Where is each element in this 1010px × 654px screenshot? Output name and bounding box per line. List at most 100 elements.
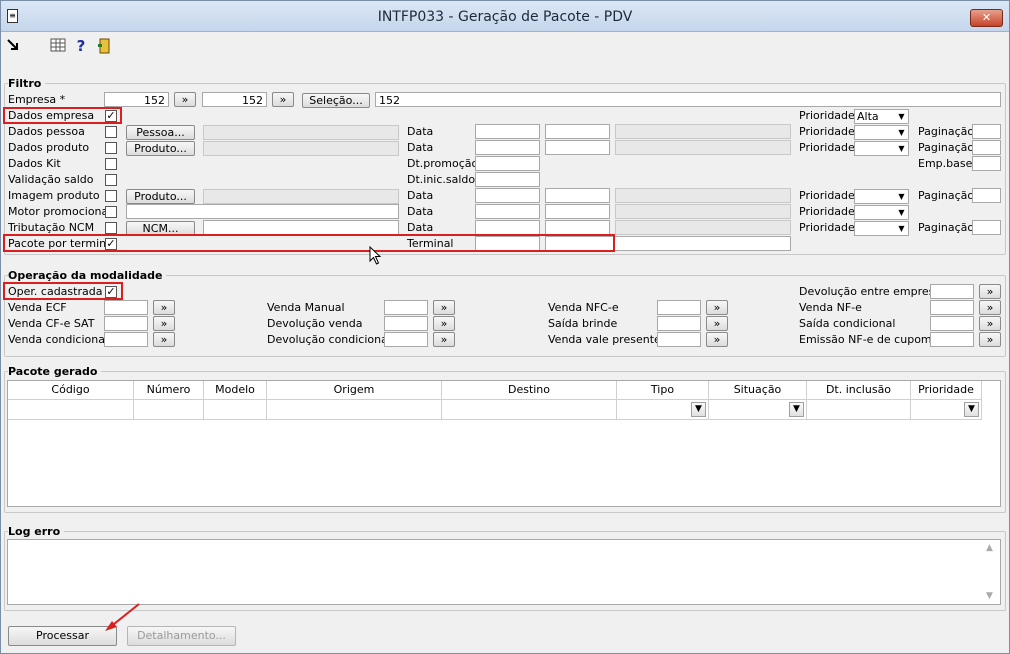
- devolucao-condicional-lookup-button[interactable]: »: [433, 332, 455, 347]
- prioridade-motor-select[interactable]: ▼: [854, 205, 909, 220]
- motor-promocional-checkbox[interactable]: [105, 206, 117, 218]
- tributacao-ncm-checkbox[interactable]: [105, 222, 117, 234]
- data-produto-from-input[interactable]: [475, 140, 540, 155]
- col-header-origem[interactable]: Origem: [267, 381, 442, 400]
- chevron-down-icon[interactable]: ▼: [789, 402, 804, 417]
- empresa-to-lookup-button[interactable]: »: [272, 92, 294, 107]
- grid-table-icon[interactable]: [50, 38, 66, 54]
- venda-ecf-lookup-button[interactable]: »: [153, 300, 175, 315]
- dados-produto-checkbox[interactable]: [105, 142, 117, 154]
- prioridade-empresa-select[interactable]: Alta ▼: [854, 109, 909, 124]
- venda-vale-presente-input[interactable]: [657, 332, 701, 347]
- cell-numero[interactable]: [134, 400, 204, 420]
- venda-condicional-lookup-button[interactable]: »: [153, 332, 175, 347]
- data-imagem-from-input[interactable]: [475, 188, 540, 203]
- detalhamento-button[interactable]: Detalhamento...: [127, 626, 236, 646]
- cell-prioridade[interactable]: ▼: [911, 400, 982, 420]
- dados-kit-checkbox[interactable]: [105, 158, 117, 170]
- venda-cfe-sat-input[interactable]: [104, 316, 148, 331]
- col-header-numero[interactable]: Número: [134, 381, 204, 400]
- log-textarea[interactable]: ▲ ▼: [7, 539, 1001, 605]
- venda-nfce-lookup-button[interactable]: »: [706, 300, 728, 315]
- paginacao-imagem-label: Paginação: [918, 189, 975, 202]
- paginacao-produto-input[interactable]: [972, 140, 1001, 155]
- pacote-table[interactable]: Código Número Modelo Origem Destino Tipo…: [7, 380, 1001, 507]
- cell-origem[interactable]: [267, 400, 442, 420]
- devolucao-venda-lookup-button[interactable]: »: [433, 316, 455, 331]
- devolucao-venda-input[interactable]: [384, 316, 428, 331]
- selecao-button[interactable]: Seleção...: [302, 93, 370, 108]
- venda-manual-lookup-button[interactable]: »: [433, 300, 455, 315]
- data-ncm-from-input[interactable]: [475, 220, 540, 235]
- venda-nfce-input[interactable]: [657, 300, 701, 315]
- data-pessoa-from-input[interactable]: [475, 124, 540, 139]
- cell-tipo[interactable]: ▼: [617, 400, 709, 420]
- empresa-list-input[interactable]: 152: [375, 92, 1001, 107]
- ncm-field[interactable]: [203, 220, 399, 235]
- saida-condicional-lookup-button[interactable]: »: [979, 316, 1001, 331]
- saida-condicional-input[interactable]: [930, 316, 974, 331]
- devolucao-condicional-input[interactable]: [384, 332, 428, 347]
- cell-situacao[interactable]: ▼: [709, 400, 807, 420]
- prioridade-imagem-select[interactable]: ▼: [854, 189, 909, 204]
- devolucao-entre-empresa-input[interactable]: [930, 284, 974, 299]
- devolucao-entre-empresa-lookup-button[interactable]: »: [979, 284, 1001, 299]
- produto-button[interactable]: Produto...: [126, 141, 195, 156]
- pessoa-button[interactable]: Pessoa...: [126, 125, 195, 140]
- prioridade-ncm-select[interactable]: ▼: [854, 221, 909, 236]
- col-header-destino[interactable]: Destino: [442, 381, 617, 400]
- pointer-arrow-icon[interactable]: [5, 38, 21, 54]
- venda-condicional-input[interactable]: [104, 332, 148, 347]
- empresa-from-lookup-button[interactable]: »: [174, 92, 196, 107]
- cell-destino[interactable]: [442, 400, 617, 420]
- col-header-tipo[interactable]: Tipo: [617, 381, 709, 400]
- empresa-to-input[interactable]: 152: [202, 92, 267, 107]
- saida-brinde-lookup-button[interactable]: »: [706, 316, 728, 331]
- dt-promocao-input[interactable]: [475, 156, 540, 171]
- data-imagem-to-input[interactable]: [545, 188, 610, 203]
- dt-inic-saldo-input[interactable]: [475, 172, 540, 187]
- paginacao-ncm-input[interactable]: [972, 220, 1001, 235]
- prioridade-produto-select[interactable]: ▼: [854, 141, 909, 156]
- data-motor-from-input[interactable]: [475, 204, 540, 219]
- data-ncm-to-input[interactable]: [545, 220, 610, 235]
- venda-nfe-lookup-button[interactable]: »: [979, 300, 1001, 315]
- scroll-down-icon[interactable]: ▼: [986, 591, 993, 601]
- emissao-nfe-cupom-lookup-button[interactable]: »: [979, 332, 1001, 347]
- dados-pessoa-checkbox[interactable]: [105, 126, 117, 138]
- col-header-codigo[interactable]: Código: [8, 381, 134, 400]
- close-button[interactable]: ✕: [970, 9, 1003, 27]
- prioridade-pessoa-select[interactable]: ▼: [854, 125, 909, 140]
- chevron-down-icon[interactable]: ▼: [964, 402, 979, 417]
- data-pessoa-to-input[interactable]: [545, 124, 610, 139]
- imagem-produto-button[interactable]: Produto...: [126, 189, 195, 204]
- cell-modelo[interactable]: [204, 400, 267, 420]
- motor-promocional-field[interactable]: [126, 204, 399, 219]
- log-scrollbar[interactable]: ▲ ▼: [983, 540, 1000, 604]
- venda-cfe-sat-lookup-button[interactable]: »: [153, 316, 175, 331]
- validacao-saldo-checkbox[interactable]: [105, 174, 117, 186]
- emp-base-input[interactable]: [972, 156, 1001, 171]
- data-motor-to-input[interactable]: [545, 204, 610, 219]
- col-header-dt-inclusao[interactable]: Dt. inclusão: [807, 381, 911, 400]
- paginacao-imagem-input[interactable]: [972, 188, 1001, 203]
- imagem-produto-checkbox[interactable]: [105, 190, 117, 202]
- exit-door-icon[interactable]: [96, 38, 112, 54]
- empresa-from-input[interactable]: 152: [104, 92, 169, 107]
- chevron-down-icon[interactable]: ▼: [691, 402, 706, 417]
- paginacao-pessoa-input[interactable]: [972, 124, 1001, 139]
- venda-manual-input[interactable]: [384, 300, 428, 315]
- col-header-situacao[interactable]: Situação: [709, 381, 807, 400]
- help-question-icon[interactable]: ?: [73, 38, 89, 54]
- col-header-prioridade[interactable]: Prioridade: [911, 381, 982, 400]
- scroll-up-icon[interactable]: ▲: [986, 543, 993, 553]
- col-header-modelo[interactable]: Modelo: [204, 381, 267, 400]
- emissao-nfe-cupom-input[interactable]: [930, 332, 974, 347]
- data-produto-to-input[interactable]: [545, 140, 610, 155]
- saida-brinde-input[interactable]: [657, 316, 701, 331]
- cell-dt-inclusao[interactable]: [807, 400, 911, 420]
- cell-codigo[interactable]: [8, 400, 134, 420]
- venda-nfe-input[interactable]: [930, 300, 974, 315]
- venda-ecf-input[interactable]: [104, 300, 148, 315]
- venda-vale-presente-lookup-button[interactable]: »: [706, 332, 728, 347]
